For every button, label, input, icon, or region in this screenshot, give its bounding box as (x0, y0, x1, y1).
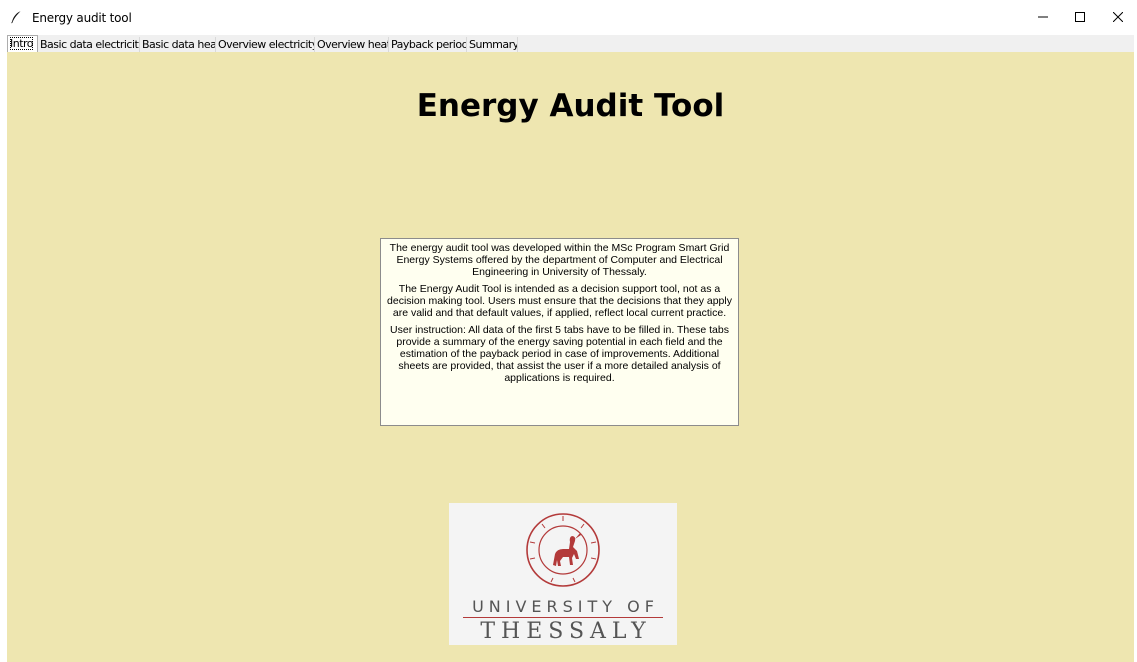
intro-paragraph: The Energy Audit Tool is intended as a d… (387, 283, 732, 319)
logo-text-line1: UNIVERSITY OF (472, 597, 659, 616)
tab-basic-data-heat[interactable]: Basic data heat (140, 37, 216, 52)
tab-payback-period[interactable]: Payback period (389, 37, 467, 52)
intro-paragraph: The energy audit tool was developed with… (389, 242, 730, 278)
page-title: Energy Audit Tool (416, 88, 725, 124)
tab-label: Payback period (391, 38, 467, 51)
close-button[interactable] (1095, 0, 1137, 33)
logo-divider (463, 617, 663, 618)
minimize-icon (1038, 16, 1048, 17)
university-logo: UNIVERSITY OF THESSALY (449, 503, 677, 645)
tab-label: Basic data heat (142, 38, 216, 51)
tab-bar: Intro Basic data electricity Basic data … (7, 35, 1134, 53)
tab-summary[interactable]: Summary (467, 37, 518, 52)
tab-label: Summary (469, 38, 518, 51)
tab-basic-data-electricity[interactable]: Basic data electricity (38, 37, 140, 52)
tab-overview-electricity[interactable]: Overview electricity (216, 37, 315, 52)
title-bar: Energy audit tool (0, 0, 1137, 33)
logo-text-line2: THESSALY (480, 619, 652, 644)
university-seal-icon (526, 513, 600, 587)
tab-label: Overview heat (317, 38, 389, 51)
intro-panel: Energy Audit Tool The energy audit tool … (7, 52, 1134, 662)
tab-intro[interactable]: Intro (7, 35, 38, 53)
tab-label: Intro (10, 37, 34, 50)
intro-info-box: The energy audit tool was developed with… (380, 238, 739, 426)
window-title: Energy audit tool (32, 11, 132, 25)
tab-label: Overview electricity (218, 38, 315, 51)
maximize-icon (1075, 11, 1085, 22)
tab-label: Basic data electricity (40, 38, 140, 51)
close-icon (1113, 11, 1123, 22)
intro-paragraph: User instruction: All data of the first … (390, 324, 729, 384)
tab-overview-heat[interactable]: Overview heat (315, 37, 389, 52)
feather-icon (11, 11, 21, 24)
